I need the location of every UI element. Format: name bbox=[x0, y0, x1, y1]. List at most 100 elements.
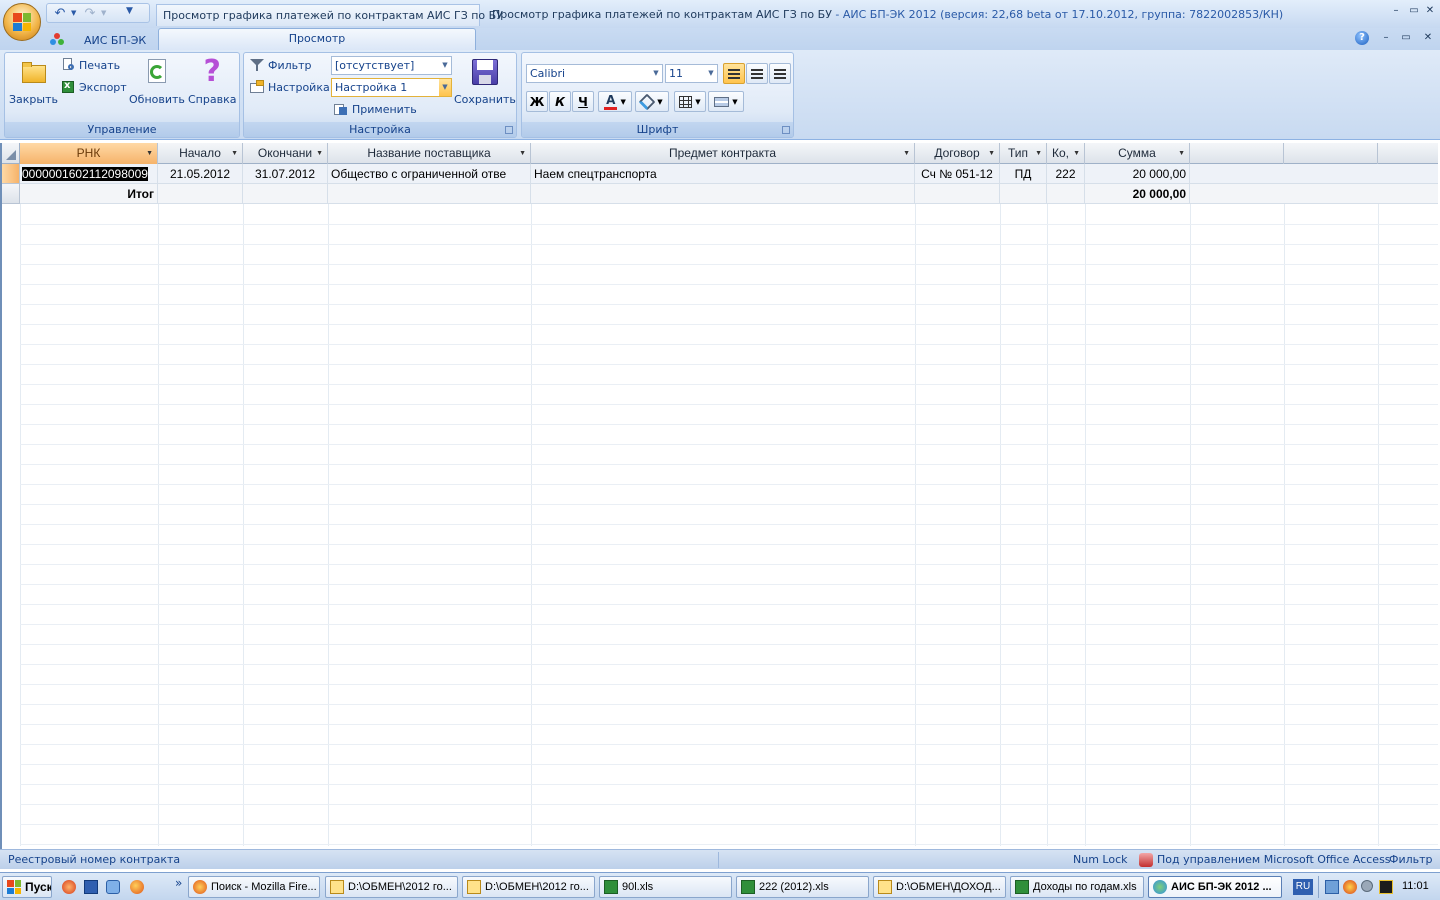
opera-icon[interactable] bbox=[62, 880, 76, 894]
desktop-icon[interactable] bbox=[84, 880, 98, 894]
alt-row-color-button[interactable]: ▼ bbox=[708, 91, 744, 112]
font-color-button[interactable]: A ▼ bbox=[598, 91, 632, 112]
taskbar-item-xls2[interactable]: 222 (2012).xls bbox=[736, 876, 869, 898]
chevron-down-icon[interactable]: ▼ bbox=[316, 143, 323, 164]
col-header-start[interactable]: Начало ▼ bbox=[158, 143, 243, 164]
col-header-sum[interactable]: Сумма ▼ bbox=[1085, 143, 1190, 164]
apply-button[interactable]: Применить bbox=[334, 102, 417, 116]
taskbar-item-firefox[interactable]: Поиск - Mozilla Fire... bbox=[188, 876, 320, 898]
col-header-label: Тип bbox=[1007, 146, 1028, 160]
grid-line bbox=[20, 664, 1438, 665]
row-selector[interactable] bbox=[2, 164, 20, 184]
redo-dropdown-icon[interactable]: ▼ bbox=[101, 9, 109, 17]
chevron-down-icon: ▼ bbox=[732, 97, 738, 106]
chevron-down-icon[interactable]: ▼ bbox=[903, 143, 910, 164]
cell-end[interactable]: 31.07.2012 bbox=[243, 164, 328, 184]
taskbar-item-xls3[interactable]: Доходы по годам.xls bbox=[1010, 876, 1144, 898]
align-left-button[interactable] bbox=[723, 63, 745, 84]
close-button[interactable]: ✕ bbox=[1422, 4, 1438, 18]
total-empty bbox=[1047, 184, 1085, 204]
maximize-button[interactable]: ▭ bbox=[1406, 4, 1422, 18]
taskbar-item-ais[interactable]: АИС БП-ЭК 2012 ... bbox=[1148, 876, 1282, 898]
chevron-down-icon[interactable]: ▼ bbox=[1073, 143, 1080, 164]
doc-minimize-button[interactable]: – bbox=[1378, 30, 1394, 46]
funnel-icon bbox=[250, 58, 264, 72]
cell-subject[interactable]: Наем спецтранспорта bbox=[531, 164, 915, 184]
settings-launcher-icon[interactable] bbox=[505, 126, 513, 134]
firefox-icon[interactable] bbox=[130, 880, 144, 894]
refresh-button[interactable]: Обновить bbox=[129, 57, 185, 106]
bold-button[interactable]: Ж bbox=[526, 91, 548, 112]
cell-rnk[interactable]: 0000001602112098009 bbox=[20, 164, 158, 184]
chevron-down-icon[interactable]: ▼ bbox=[231, 143, 238, 164]
setting-combo[interactable]: Настройка 1 ▼ bbox=[331, 78, 452, 97]
help-button[interactable]: ? Справка bbox=[188, 57, 236, 107]
overflow-chevron[interactable]: » bbox=[175, 876, 182, 890]
language-indicator[interactable]: RU bbox=[1293, 879, 1313, 895]
font-launcher-icon[interactable] bbox=[782, 126, 790, 134]
tray-app-icon[interactable] bbox=[1379, 880, 1393, 894]
cell-code[interactable]: 222 bbox=[1047, 164, 1085, 184]
chevron-down-icon[interactable]: ▼ bbox=[519, 143, 526, 164]
cell-contract[interactable]: Сч № 051-12 bbox=[915, 164, 1000, 184]
ie-icon[interactable] bbox=[106, 880, 120, 894]
filter-button[interactable]: Фильтр bbox=[250, 58, 312, 72]
customize-qat-icon[interactable]: ▼ bbox=[126, 6, 133, 16]
taskbar-item-folder1[interactable]: D:\ОБМЕН\2012 го... bbox=[325, 876, 458, 898]
settings-tray-icon[interactable] bbox=[1361, 880, 1373, 892]
col-header-end[interactable]: Окончани ▼ bbox=[243, 143, 328, 164]
chevron-down-icon[interactable]: ▼ bbox=[1178, 143, 1185, 164]
office-button[interactable] bbox=[3, 3, 41, 41]
undo-dropdown-icon[interactable]: ▼ bbox=[71, 9, 79, 17]
print-button[interactable]: Печать bbox=[61, 58, 120, 72]
chevron-down-icon[interactable]: ▼ bbox=[146, 143, 153, 164]
taskbar-item-folder3[interactable]: D:\ОБМЕН\ДОХОД... bbox=[873, 876, 1006, 898]
setting-button[interactable]: Настройка bbox=[250, 80, 330, 94]
cell-supplier[interactable]: Общество с ограниченной отве bbox=[328, 164, 531, 184]
help-icon[interactable]: ? bbox=[1355, 31, 1369, 45]
tab-view[interactable]: Просмотр bbox=[158, 28, 476, 50]
align-center-icon bbox=[751, 68, 763, 79]
network-icon[interactable] bbox=[1325, 880, 1339, 894]
cell-sum[interactable]: 20 000,00 bbox=[1085, 164, 1190, 184]
save-button[interactable]: Сохранить bbox=[454, 57, 516, 106]
font-name-combo[interactable]: Calibri ▼ bbox=[526, 64, 663, 83]
folder-icon bbox=[878, 880, 892, 894]
taskbar-item-folder2[interactable]: D:\ОБМЕН\2012 го... bbox=[462, 876, 595, 898]
antivirus-icon[interactable] bbox=[1343, 880, 1357, 894]
col-header-supplier[interactable]: Название поставщика ▼ bbox=[328, 143, 531, 164]
start-button[interactable]: Пуск bbox=[2, 876, 52, 898]
export-button[interactable]: x Экспорт bbox=[61, 80, 127, 94]
document-tab[interactable]: Просмотр графика платежей по контрактам … bbox=[156, 4, 503, 26]
select-all-corner[interactable] bbox=[2, 143, 20, 164]
print-label: Печать bbox=[79, 58, 121, 72]
chevron-down-icon[interactable]: ▼ bbox=[1035, 143, 1042, 164]
underline-button[interactable]: Ч bbox=[572, 91, 594, 112]
italic-button[interactable]: К bbox=[549, 91, 571, 112]
undo-icon[interactable]: ↶ bbox=[51, 5, 69, 21]
row-selector[interactable] bbox=[2, 184, 20, 204]
table-row[interactable]: 0000001602112098009 21.05.2012 31.07.201… bbox=[2, 164, 1438, 184]
cell-type[interactable]: ПД bbox=[1000, 164, 1047, 184]
cell-start[interactable]: 21.05.2012 bbox=[158, 164, 243, 184]
doc-close-button[interactable]: ✕ bbox=[1420, 30, 1436, 46]
col-header-contract[interactable]: Договор ▼ bbox=[915, 143, 1000, 164]
col-header-type[interactable]: Тип ▼ bbox=[1000, 143, 1047, 164]
doc-restore-button[interactable]: ▭ bbox=[1398, 30, 1414, 46]
gridlines-button[interactable]: ▼ bbox=[674, 91, 706, 112]
redo-icon[interactable]: ↷ bbox=[81, 5, 99, 21]
align-right-button[interactable] bbox=[769, 63, 791, 84]
fill-color-button[interactable]: ▼ bbox=[635, 91, 669, 112]
col-header-subject[interactable]: Предмет контракта ▼ bbox=[531, 143, 915, 164]
font-size-combo[interactable]: 11 ▼ bbox=[665, 64, 718, 83]
filter-combo[interactable]: [отсутствует] ▼ bbox=[331, 56, 452, 75]
col-header-rnk[interactable]: РНК ▼ bbox=[20, 143, 158, 164]
align-center-button[interactable] bbox=[746, 63, 768, 84]
tab-app[interactable]: АИС БП-ЭК bbox=[46, 30, 156, 50]
chevron-down-icon[interactable]: ▼ bbox=[988, 143, 995, 164]
close-form-button[interactable]: Закрыть bbox=[9, 57, 58, 106]
font-color-icon: A bbox=[604, 93, 618, 110]
taskbar-item-xls1[interactable]: 90l.xls bbox=[599, 876, 732, 898]
col-header-code[interactable]: Ко, ▼ bbox=[1047, 143, 1085, 164]
minimize-button[interactable]: – bbox=[1388, 4, 1404, 18]
